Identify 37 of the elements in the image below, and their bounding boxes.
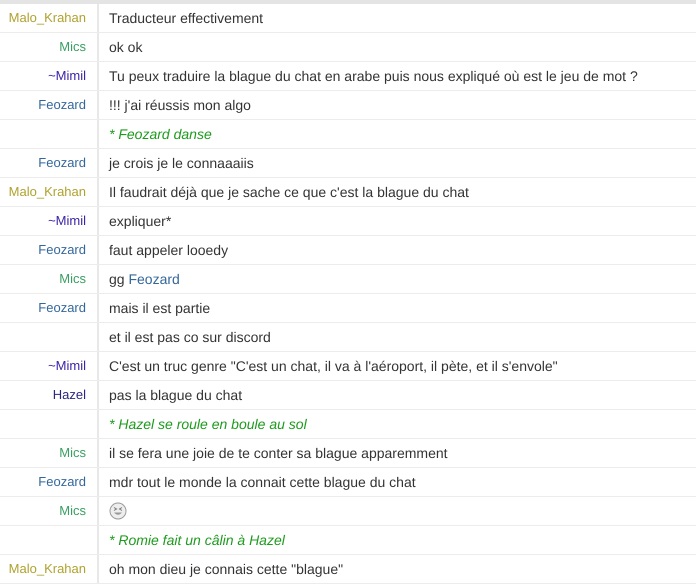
message-text: il se fera une joie de te conter sa blague apparemment [109, 444, 448, 463]
message-text: gg Feozard [109, 270, 180, 289]
nickname: ~Mimil [48, 357, 86, 376]
message-text: ok ok [109, 38, 142, 56]
nickname: Mics [59, 270, 86, 288]
message-text: faut appeler looedy [109, 240, 228, 260]
mention: Feozard [128, 270, 180, 286]
nickname: ~Mimil [48, 67, 86, 86]
action-message: * Romie fait un câlin à Hazel [109, 530, 285, 550]
laughing-face-icon [109, 502, 127, 520]
nickname: Malo_Krahan [8, 183, 86, 202]
action-message: * Hazel se roule en boule au sol [109, 414, 307, 434]
message-text: pas la blague du chat [109, 386, 242, 405]
message-text: Tu peux traduire la blague du chat en arabe puis nous expliqué où est le jeu de mot ? [109, 66, 638, 86]
nickname: Feozard [38, 299, 86, 318]
nickname: Mics [59, 502, 86, 520]
message-text: C'est un truc genre "C'est un chat, il va à l'aéroport, il pète, et il s'envole" [109, 356, 558, 376]
nickname: Mics [59, 444, 86, 462]
nickname: Malo_Krahan [8, 560, 86, 578]
message-text: mais il est partie [109, 298, 210, 318]
action-message: * Feozard danse [109, 124, 212, 144]
nickname: Feozard [38, 154, 86, 172]
message-text: expliquer* [109, 212, 172, 231]
nickname: Feozard [38, 473, 86, 492]
nickname: ~Mimil [48, 212, 86, 230]
nickname: Feozard [38, 96, 86, 114]
message-text: !!! j'ai réussis mon algo [109, 96, 251, 115]
message-text: Il faudrait déjà que je sache ce que c'est la blague du chat [109, 182, 469, 202]
nickname: Hazel [52, 386, 86, 404]
nickname: Feozard [38, 241, 86, 260]
nickname: Malo_Krahan [8, 9, 86, 28]
message-text: je crois je le connaaaiis [109, 154, 254, 173]
message-text: Traducteur effectivement [109, 8, 264, 28]
nickname: Mics [59, 38, 86, 56]
message-text: et il est pas co sur discord [109, 328, 271, 347]
message-text: oh mon dieu je connais cette "blague" [109, 560, 344, 579]
message-text: mdr tout le monde la connait cette blague du chat [109, 472, 416, 492]
